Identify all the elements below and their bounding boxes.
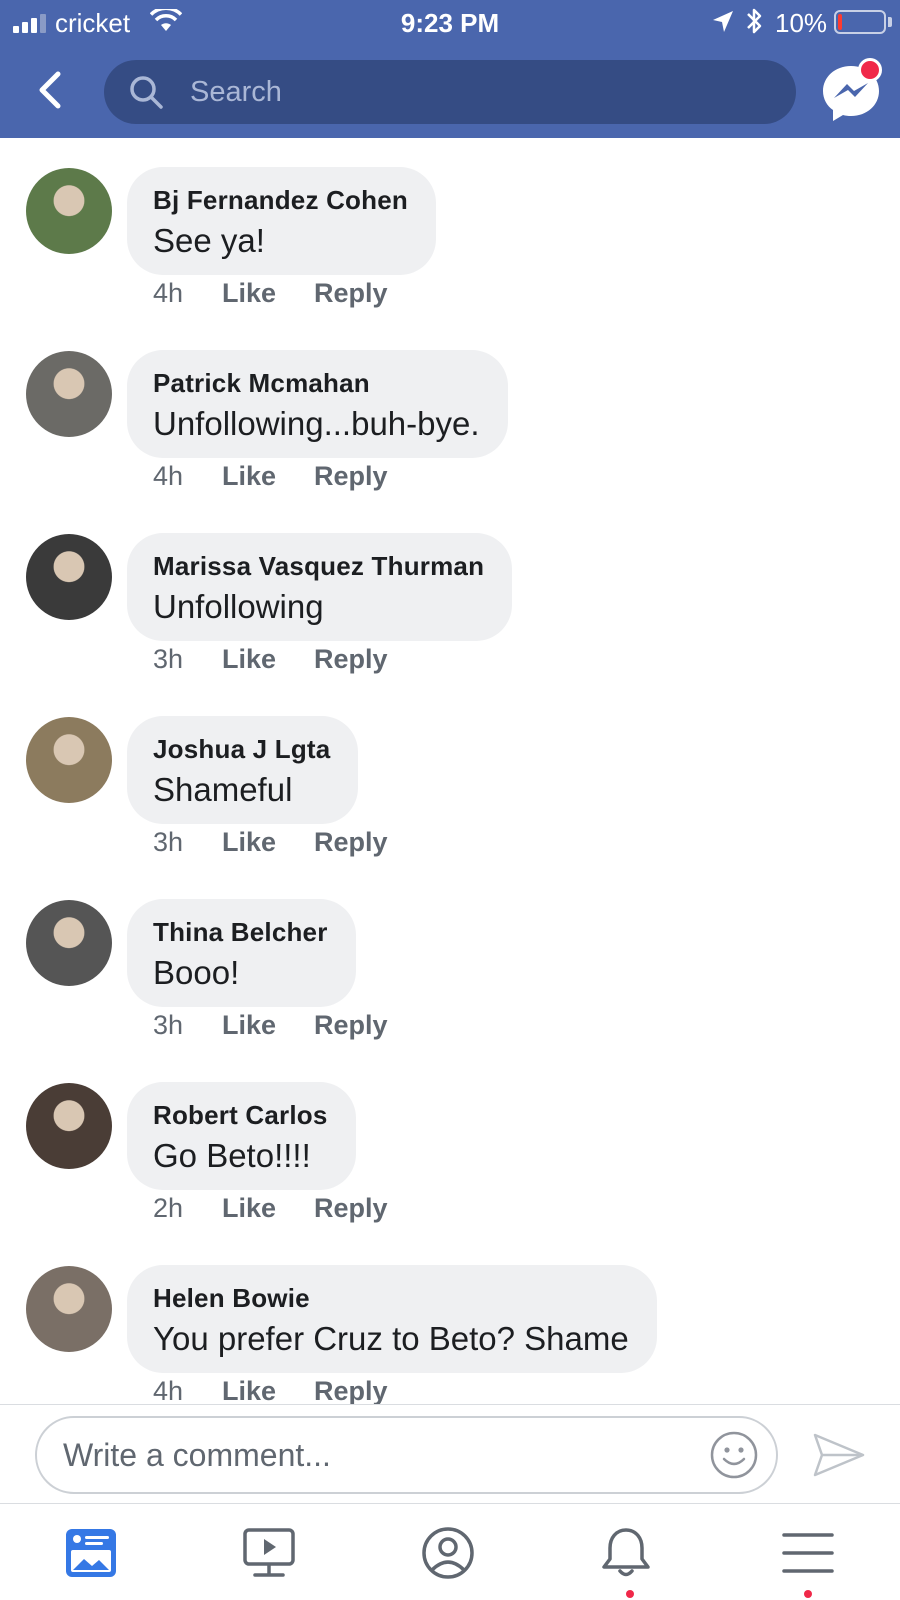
commenter-name[interactable]: Helen Bowie bbox=[153, 1283, 629, 1314]
comment-item: Thina Belcher Booo! 3h Like Reply bbox=[0, 870, 900, 1053]
tab-news-feed[interactable] bbox=[62, 1526, 122, 1582]
comment-meta: 4h Like Reply bbox=[153, 461, 388, 492]
comment-text: Unfollowing bbox=[153, 588, 324, 625]
comment-item: Robert Carlos Go Beto!!!! 2h Like Reply bbox=[0, 1053, 900, 1236]
reply-button[interactable]: Reply bbox=[314, 1193, 388, 1224]
tab-notifications[interactable] bbox=[596, 1526, 656, 1582]
comment-time: 3h bbox=[153, 1010, 184, 1040]
comment-time: 4h bbox=[153, 1376, 184, 1404]
avatar[interactable] bbox=[26, 168, 112, 254]
search-bar[interactable] bbox=[104, 60, 796, 124]
location-arrow-icon bbox=[713, 11, 733, 32]
watch-icon bbox=[243, 1528, 295, 1577]
comment-meta: 2h Like Reply bbox=[153, 1193, 388, 1224]
profile-icon bbox=[422, 1527, 474, 1579]
reply-button[interactable]: Reply bbox=[314, 1376, 388, 1404]
comment-bubble[interactable]: Robert Carlos Go Beto!!!! bbox=[127, 1082, 356, 1190]
search-icon bbox=[130, 76, 163, 109]
comment-text: Booo! bbox=[153, 954, 240, 991]
comment-item: Bj Fernandez Cohen See ya! 4h Like Reply bbox=[0, 138, 900, 321]
reply-button[interactable]: Reply bbox=[314, 278, 388, 309]
reply-button[interactable]: Reply bbox=[314, 644, 388, 675]
comment-meta: 3h Like Reply bbox=[153, 1010, 388, 1041]
comment-meta: 4h Like Reply bbox=[153, 278, 388, 309]
comment-item: Marissa Vasquez Thurman Unfollowing 3h Li… bbox=[0, 504, 900, 687]
comment-bubble[interactable]: Bj Fernandez Cohen See ya! bbox=[127, 167, 436, 275]
tab-watch[interactable] bbox=[240, 1526, 300, 1582]
menu-dot bbox=[804, 1590, 812, 1598]
emoji-icon[interactable] bbox=[709, 1430, 759, 1480]
menu-icon bbox=[782, 1533, 834, 1573]
tab-profile[interactable] bbox=[418, 1526, 478, 1582]
top-bar: cricket 9:23 PM 10% bbox=[0, 0, 900, 138]
comment-text: You prefer Cruz to Beto? Shame bbox=[153, 1320, 629, 1357]
commenter-name[interactable]: Marissa Vasquez Thurman bbox=[153, 551, 484, 582]
battery-nub bbox=[888, 17, 892, 27]
comment-time: 3h bbox=[153, 827, 184, 857]
send-icon[interactable] bbox=[812, 1431, 866, 1479]
like-button[interactable]: Like bbox=[222, 644, 314, 675]
comment-text: See ya! bbox=[153, 222, 265, 259]
commenter-name[interactable]: Thina Belcher bbox=[153, 917, 328, 948]
commenter-name[interactable]: Robert Carlos bbox=[153, 1100, 328, 1131]
avatar[interactable] bbox=[26, 717, 112, 803]
back-chevron-icon[interactable] bbox=[34, 70, 68, 110]
battery-percent: 10% bbox=[775, 8, 828, 38]
comment-list[interactable]: Bj Fernandez Cohen See ya! 4h Like Reply P… bbox=[0, 138, 900, 1404]
comment-item: Joshua J Lgta Shameful 3h Like Reply bbox=[0, 687, 900, 870]
comment-input[interactable] bbox=[63, 1418, 663, 1492]
comment-composer bbox=[0, 1404, 900, 1504]
avatar[interactable] bbox=[26, 534, 112, 620]
messenger-notification-dot bbox=[858, 58, 882, 82]
status-bar: cricket 9:23 PM 10% bbox=[0, 0, 900, 46]
notifications-icon bbox=[602, 1528, 650, 1577]
comment-meta: 3h Like Reply bbox=[153, 644, 388, 675]
comment-item: Patrick Mcmahan Unfollowing...buh-bye. 4… bbox=[0, 321, 900, 504]
comment-time: 4h bbox=[153, 278, 184, 308]
comment-text: Go Beto!!!! bbox=[153, 1137, 311, 1174]
comment-text: Shameful bbox=[153, 771, 293, 808]
avatar[interactable] bbox=[26, 1083, 112, 1169]
commenter-name[interactable]: Joshua J Lgta bbox=[153, 734, 330, 765]
tab-menu[interactable] bbox=[778, 1526, 838, 1582]
like-button[interactable]: Like bbox=[222, 1193, 314, 1224]
avatar[interactable] bbox=[26, 1266, 112, 1352]
comment-bubble[interactable]: Thina Belcher Booo! bbox=[127, 899, 356, 1007]
avatar[interactable] bbox=[26, 351, 112, 437]
bluetooth-icon bbox=[747, 8, 762, 34]
news-feed-icon bbox=[66, 1529, 116, 1577]
reply-button[interactable]: Reply bbox=[314, 1010, 388, 1041]
commenter-name[interactable]: Patrick Mcmahan bbox=[153, 368, 480, 399]
like-button[interactable]: Like bbox=[222, 827, 314, 858]
comment-time: 2h bbox=[153, 1193, 184, 1223]
notifications-dot bbox=[626, 1590, 634, 1598]
comment-meta: 4h Like Reply bbox=[153, 1376, 388, 1404]
comment-bubble[interactable]: Marissa Vasquez Thurman Unfollowing bbox=[127, 533, 513, 641]
like-button[interactable]: Like bbox=[222, 461, 314, 492]
search-input[interactable] bbox=[190, 60, 770, 124]
comment-item: Helen Bowie You prefer Cruz to Beto? Sha… bbox=[0, 1236, 900, 1404]
avatar[interactable] bbox=[26, 900, 112, 986]
commenter-name[interactable]: Bj Fernandez Cohen bbox=[153, 185, 408, 216]
status-time: 9:23 PM bbox=[400, 8, 500, 38]
comment-time: 3h bbox=[153, 644, 184, 674]
tab-bar bbox=[0, 1504, 900, 1600]
comment-bubble[interactable]: Helen Bowie You prefer Cruz to Beto? Sha… bbox=[127, 1265, 657, 1373]
comment-meta: 3h Like Reply bbox=[153, 827, 388, 858]
comment-bubble[interactable]: Patrick Mcmahan Unfollowing...buh-bye. bbox=[127, 350, 508, 458]
comment-bubble[interactable]: Joshua J Lgta Shameful bbox=[127, 716, 359, 824]
reply-button[interactable]: Reply bbox=[314, 827, 388, 858]
like-button[interactable]: Like bbox=[222, 1010, 314, 1041]
like-button[interactable]: Like bbox=[222, 278, 314, 309]
comment-time: 4h bbox=[153, 461, 184, 491]
comment-input-box[interactable] bbox=[35, 1416, 778, 1494]
comment-text: Unfollowing...buh-bye. bbox=[153, 405, 480, 442]
battery-icon bbox=[834, 10, 886, 34]
like-button[interactable]: Like bbox=[222, 1376, 314, 1404]
reply-button[interactable]: Reply bbox=[314, 461, 388, 492]
